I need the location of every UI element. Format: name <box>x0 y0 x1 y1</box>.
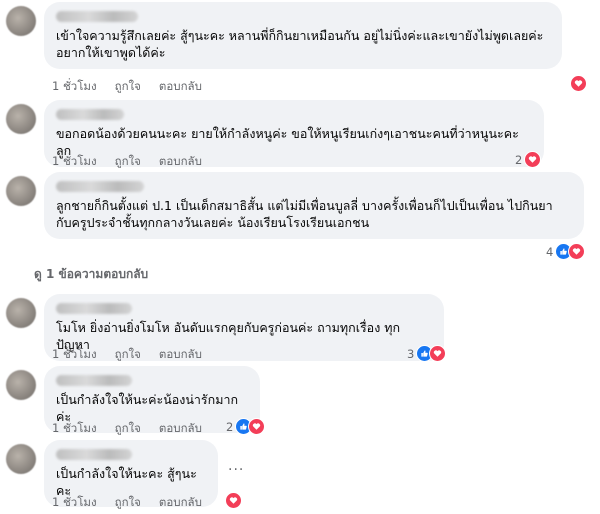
like-link[interactable]: ถูกใจ <box>115 494 141 512</box>
comment-time[interactable]: 1 ชั่วโมง <box>52 78 97 96</box>
comment-time[interactable]: 1 ชั่วโมง <box>52 420 97 438</box>
comment-actions: 1 ชั่วโมง ถูกใจ ตอบกลับ <box>52 346 202 364</box>
reaction-count: 4 <box>546 244 554 259</box>
more-options-icon[interactable]: ... <box>228 458 244 474</box>
love-reaction-icon <box>248 418 266 435</box>
reply-link[interactable]: ตอบกลับ <box>159 346 202 364</box>
reaction-count: 2 <box>515 152 523 167</box>
comment-time[interactable]: 1 ชั่วโมง <box>52 494 97 512</box>
reaction-summary[interactable] <box>570 75 587 92</box>
love-reaction-icon <box>429 345 447 362</box>
avatar[interactable] <box>6 104 36 134</box>
reaction-summary[interactable]: 2 <box>226 418 266 435</box>
reaction-summary[interactable]: 2 <box>515 151 542 168</box>
reply-link[interactable]: ตอบกลับ <box>159 420 202 438</box>
avatar[interactable] <box>6 370 36 400</box>
like-link[interactable]: ถูกใจ <box>115 346 141 364</box>
comment-time[interactable]: 1 ชั่วโมง <box>52 153 97 171</box>
love-reaction-icon <box>225 492 242 509</box>
reaction-count: 2 <box>226 419 234 434</box>
like-link[interactable]: ถูกใจ <box>115 420 141 438</box>
commenter-name[interactable] <box>56 11 138 22</box>
comment-actions: 1 ชั่วโมง ถูกใจ ตอบกลับ <box>52 153 202 171</box>
like-link[interactable]: ถูกใจ <box>115 153 141 171</box>
comment-text-line: ลูกชายก็กินตั้งแต่ ป.1 เป็นเด็กสมาธิสั้น… <box>56 198 553 213</box>
love-reaction-icon <box>568 243 586 260</box>
commenter-name[interactable] <box>56 375 132 386</box>
comment-bubble: เข้าใจความรู้สึกเลยค่ะ สู้ๆนะคะ หลานพี่ก… <box>44 2 562 69</box>
avatar[interactable] <box>6 6 36 36</box>
commenter-name[interactable] <box>56 109 124 120</box>
commenter-name[interactable] <box>56 181 144 192</box>
commenter-name[interactable] <box>56 449 132 460</box>
reaction-summary[interactable]: 3 <box>407 345 447 362</box>
reaction-count: 3 <box>407 346 415 361</box>
reply-link[interactable]: ตอบกลับ <box>159 494 202 512</box>
comment-time[interactable]: 1 ชั่วโมง <box>52 346 97 364</box>
love-reaction-icon <box>570 75 587 92</box>
view-replies-text: ดู 1 ข้อความตอบกลับ <box>34 267 149 281</box>
reaction-summary[interactable]: 4 <box>546 243 586 260</box>
avatar[interactable] <box>6 176 36 206</box>
comment-actions: 1 ชั่วโมง ถูกใจ ตอบกลับ <box>52 494 202 512</box>
reply-link[interactable]: ตอบกลับ <box>159 78 202 96</box>
love-reaction-icon <box>524 151 542 168</box>
comment-text-line: กับครูประจำชั้นทุกกลางวันเลยค่ะ น้องเรีย… <box>56 215 370 230</box>
view-replies-link[interactable]: ดู 1 ข้อความตอบกลับ <box>34 265 148 284</box>
like-link[interactable]: ถูกใจ <box>115 78 141 96</box>
reply-link[interactable]: ตอบกลับ <box>159 153 202 171</box>
comment-actions: 1 ชั่วโมง ถูกใจ ตอบกลับ <box>52 420 202 438</box>
reaction-summary[interactable] <box>225 492 242 509</box>
comment-text-line: อยากให้เขาพูดได้ค่ะ <box>56 45 166 60</box>
avatar[interactable] <box>6 444 36 474</box>
comment-actions: 1 ชั่วโมง ถูกใจ ตอบกลับ <box>52 78 202 96</box>
comment-text-line: เข้าใจความรู้สึกเลยค่ะ สู้ๆนะคะ หลานพี่ก… <box>56 28 544 43</box>
comment-bubble: ลูกชายก็กินตั้งแต่ ป.1 เป็นเด็กสมาธิสั้น… <box>44 172 584 239</box>
avatar[interactable] <box>6 298 36 328</box>
commenter-name[interactable] <box>56 303 132 314</box>
